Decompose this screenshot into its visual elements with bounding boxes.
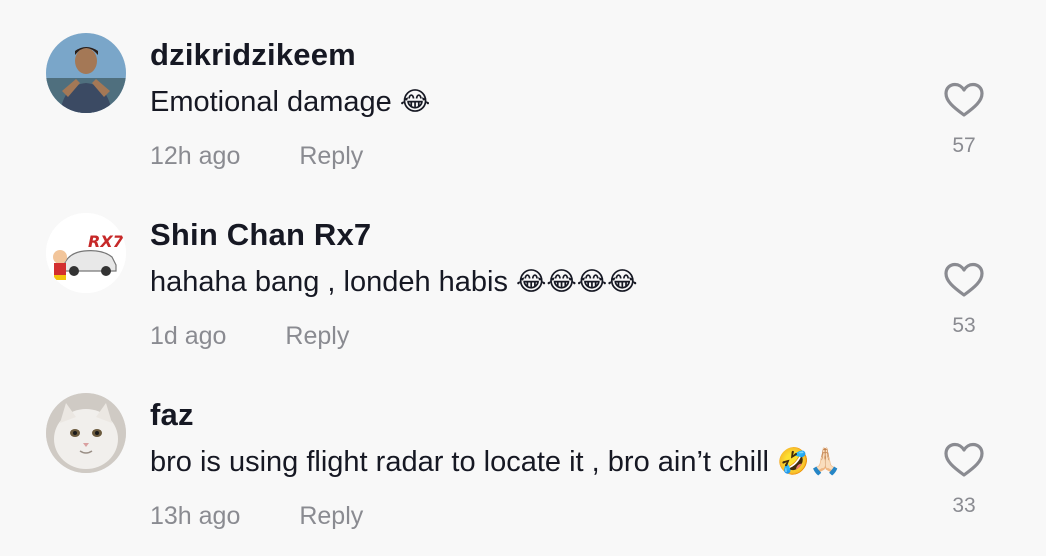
- comment-text-body: Emotional damage: [150, 86, 392, 118]
- like-button[interactable]: [943, 262, 985, 298]
- comment-emojis: 😂: [399, 86, 431, 116]
- comment-time: 12h ago: [150, 142, 241, 170]
- comment-item: faz bro is using flight radar to locate …: [0, 360, 1046, 540]
- reply-button[interactable]: Reply: [285, 322, 349, 350]
- comment-username[interactable]: Shin Chan Rx7: [150, 217, 371, 253]
- comment-text-body: hahaha bang , londeh habis: [150, 266, 508, 298]
- heart-icon: [944, 442, 984, 477]
- comment-meta: 13h ago Reply: [150, 502, 363, 531]
- like-button[interactable]: [943, 82, 985, 118]
- reply-button[interactable]: Reply: [299, 142, 363, 170]
- person-photo-icon: [46, 33, 126, 113]
- avatar[interactable]: [46, 393, 126, 473]
- comment-emojis: 🤣🙏🏻: [777, 446, 842, 476]
- comment-text: bro is using flight radar to locate it ,…: [150, 446, 842, 479]
- avatar[interactable]: [46, 33, 126, 113]
- comment-text: hahaha bang , londeh habis 😂😂😂😂: [150, 266, 638, 299]
- comment-meta: 1d ago Reply: [150, 322, 349, 351]
- like-count: 53: [952, 314, 976, 337]
- heart-icon: [944, 82, 984, 117]
- comment-meta: 12h ago Reply: [150, 142, 363, 171]
- avatar[interactable]: RX7: [46, 213, 126, 293]
- reply-button[interactable]: Reply: [299, 502, 363, 530]
- comment-item: RX7 Shin Chan Rx7 hahaha bang , londeh h…: [0, 180, 1046, 360]
- comment-text-body: bro is using flight radar to locate it ,…: [150, 446, 769, 478]
- like-button[interactable]: [943, 442, 985, 478]
- like-count: 33: [952, 494, 976, 517]
- svg-text:RX7: RX7: [88, 232, 125, 251]
- like-count: 57: [952, 134, 976, 157]
- heart-icon: [944, 262, 984, 297]
- comment-emojis: 😂😂😂😂: [516, 266, 638, 296]
- comment-time: 13h ago: [150, 502, 241, 530]
- cartoon-car-icon: RX7: [46, 213, 126, 293]
- comment-username[interactable]: dzikridzikeem: [150, 37, 356, 73]
- comment-username[interactable]: faz: [150, 397, 194, 433]
- comment-text: Emotional damage 😂: [150, 86, 430, 119]
- comment-time: 1d ago: [150, 322, 227, 350]
- white-cat-photo-icon: [46, 393, 126, 473]
- comment-item: dzikridzikeem Emotional damage 😂 12h ago…: [0, 0, 1046, 180]
